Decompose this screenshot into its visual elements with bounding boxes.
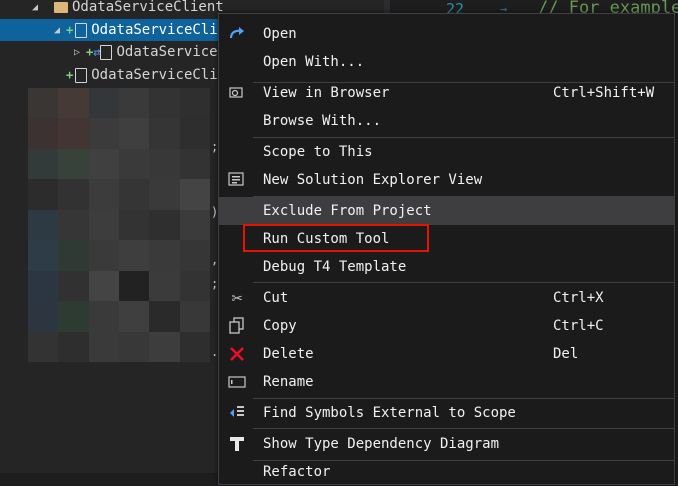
menu-item-cut[interactable]: ✂ Cut Ctrl+X [219,284,674,312]
menu-item-label: Exclude From Project [263,203,432,219]
expand-arrow-icon[interactable]: ▷ [72,47,82,58]
menu-item-label: View in Browser [263,85,390,101]
menu-item-exclude-from-project[interactable]: Exclude From Project [219,197,674,225]
highlight-annotation-box [243,224,429,252]
browser-icon [227,83,247,103]
tree-item-label: OdataServiceClient [72,0,224,15]
file-icon [100,44,113,60]
menu-item-shortcut: Ctrl+Shift+W [553,85,655,101]
menu-item-shortcut: Ctrl+X [553,290,604,306]
delete-x-icon [227,344,247,364]
menu-item-shortcut: Del [553,346,579,362]
menu-item-label: Rename [263,374,314,390]
file-icon [75,67,88,83]
menu-item-label: Show Type Dependency Diagram [263,436,500,452]
added-plus-icon: + [66,68,74,82]
rename-icon [227,372,247,392]
redo-arrow-icon [227,24,247,44]
reference-icon: ⇄ [93,45,101,59]
menu-item-debug-t4-template[interactable]: Debug T4 Template [219,253,674,281]
pixelated-area [28,88,210,362]
menu-item-rename[interactable]: Rename [219,368,674,396]
folder-icon [54,1,68,13]
menu-item-label: Open With... [263,54,365,70]
menu-item-label: Debug T4 Template [263,259,407,275]
tree-item-label: OdataServiceCli [91,22,218,38]
collapse-arrow-icon[interactable]: ◢ [52,25,62,36]
menu-item-new-solution-explorer-view[interactable]: New Solution Explorer View [219,166,674,194]
menu-item-delete[interactable]: Delete Del [219,340,674,368]
menu-item-label: Refactor [263,464,331,480]
menu-item-scope-to-this[interactable]: Scope to This [219,138,674,166]
tree-item-label: OdataServiceCli [91,67,218,83]
menu-item-label: Browse With... [263,113,382,129]
scissors-icon: ✂ [231,287,243,309]
file-icon [75,22,88,38]
collapse-arrow-icon[interactable]: ◢ [30,2,40,13]
solution-explorer-icon [227,170,247,190]
menu-separator [253,428,674,429]
menu-item-view-in-browser[interactable]: View in Browser Ctrl+Shift+W [219,79,674,107]
menu-item-open[interactable]: Open [219,20,674,48]
tree-item-label: OdataService [116,44,218,60]
type-dependency-icon [227,434,247,454]
menu-item-show-type-dependency-diagram[interactable]: Show Type Dependency Diagram [219,430,674,458]
menu-item-label: Copy [263,318,297,334]
copy-icon [227,316,247,336]
menu-item-open-with[interactable]: Open With... [219,48,674,76]
menu-item-find-symbols-external[interactable]: Find Symbols External to Scope [219,399,674,427]
menu-item-label: Scope to This [263,144,373,160]
find-symbols-icon [227,403,247,423]
menu-item-label: Cut [263,290,289,306]
menu-item-shortcut: Ctrl+C [553,318,604,334]
added-plus-icon: + [66,23,74,37]
menu-item-browse-with[interactable]: Browse With... [219,107,674,135]
menu-item-label: New Solution Explorer View [263,172,483,188]
menu-item-label: Find Symbols External to Scope [263,405,516,421]
added-plus-icon: + [86,45,94,59]
menu-item-refactor[interactable]: Refactor [219,458,674,486]
menu-item-label: Delete [263,346,314,362]
menu-item-copy[interactable]: Copy Ctrl+C [219,312,674,340]
menu-item-label: Open [263,26,297,42]
menu-separator [253,282,674,283]
